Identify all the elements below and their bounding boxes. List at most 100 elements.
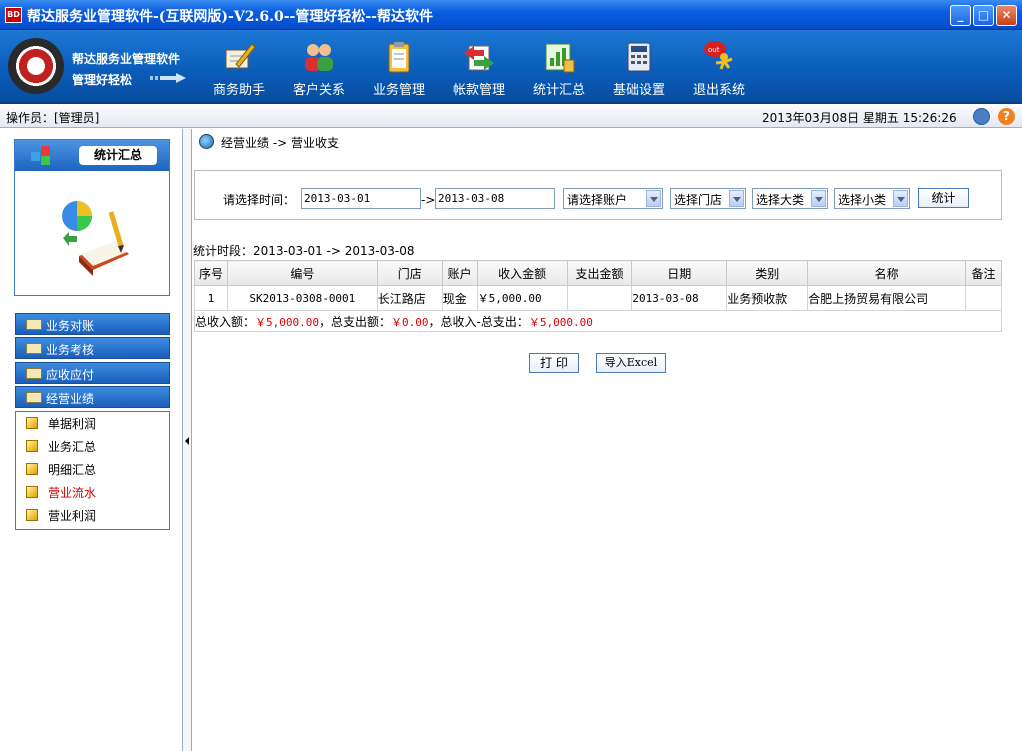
cell-income: ￥5,000.00 [476,285,568,311]
total-income-value: ￥5,000.00 [255,316,319,329]
chevron-down-icon[interactable] [729,190,744,207]
income-expense-table: 序号 编号 门店 账户 收入金额 支出金额 日期 类别 名称 备注 1 SK20… [194,260,1002,311]
sidebar-section-statistics: 统计汇总 [14,139,170,296]
column-header[interactable]: 编号 [226,260,378,286]
arrow-icon [150,73,186,83]
total-expense-label: ，总支出额： [319,315,392,329]
column-header[interactable]: 日期 [631,260,728,286]
logo-slogan: 管理好轻松 [72,73,133,87]
toolbar-customer-relations[interactable]: 客户关系 [279,40,359,100]
minimize-button[interactable]: _ [950,5,971,26]
gear-logo-icon [8,38,64,94]
clipboard-icon [388,42,410,73]
globe-icon [199,134,214,149]
column-header[interactable]: 序号 [194,260,228,286]
column-header[interactable]: 账户 [441,260,478,286]
cube-icon [26,463,38,475]
cell-store: 长江路店 [376,285,443,311]
column-header[interactable]: 备注 [965,260,1002,286]
folder-icon [26,368,42,379]
cell-number: SK2013-0308-0001 [226,285,378,311]
total-expense-value: ￥0.00 [391,316,429,329]
exchange-icon [464,45,494,71]
date-from-input[interactable]: 2013-03-01 [301,188,421,209]
toolbar-exit[interactable]: out 退出系统 [679,40,759,100]
date-to-input[interactable]: 2013-03-08 [435,188,555,209]
cell-remark [965,285,1002,311]
pen-note-icon [225,43,256,69]
folder-icon [26,343,42,354]
svg-text:out: out [708,46,720,54]
panel-splitter[interactable] [183,129,192,751]
column-header[interactable]: 支出金额 [566,260,633,286]
cube-icon [26,417,38,429]
cell-index: 1 [194,285,228,311]
sidebar-section-header: 统计汇总 [15,140,169,171]
time-label: 请选择时间： [223,193,296,207]
collapse-arrow-icon[interactable] [185,437,189,445]
main-toolbar: 帮达服务业管理软件 管理好轻松 商务助手 客户关系 业务管理 帐款管理 统计汇总… [0,30,1022,104]
refresh-icon[interactable] [973,108,990,125]
breadcrumb: 经营业绩 -> 营业收支 [221,136,340,150]
sidebar-section-title: 统计汇总 [79,146,157,165]
toolbar-basic-settings[interactable]: 基础设置 [599,40,679,100]
account-select[interactable]: 请选择账户 [563,188,663,209]
table-row[interactable]: 1 SK2013-0308-0001 长江路店 现金 ￥5,000.00 201… [194,285,1002,311]
app-icon: BD [5,7,22,23]
cell-date: 2013-03-08 [631,285,728,311]
datetime-display: 2013年03月08日 星期五 15:26:26 [762,111,957,125]
toolbar-account-management[interactable]: 帐款管理 [439,40,519,100]
sidebar-subitems: 单据利润 业务汇总 明细汇总 营业流水 营业利润 [15,411,170,530]
column-header[interactable]: 收入金额 [476,260,568,286]
toolbar-statistics[interactable]: 统计汇总 [519,40,599,100]
export-excel-button[interactable]: 导入Excel [596,353,666,373]
sidebar-item-business-reconcile[interactable]: 业务对账 [15,313,170,335]
help-icon[interactable]: ? [998,108,1015,125]
operator-label: 操作员：[管理员] [6,111,100,125]
sidebar-item-business-assessment[interactable]: 业务考核 [15,337,170,359]
main-content: 经营业绩 -> 营业收支 请选择时间： 2013-03-01 -> 2013-0… [193,129,1022,751]
cell-expense [566,285,633,311]
totals-row: 总收入额：￥5,000.00，总支出额：￥0.00，总收入-总支出：￥5,000… [194,310,1002,332]
chevron-down-icon[interactable] [646,190,661,207]
book-chart-illustration-icon [62,201,129,276]
major-category-select[interactable]: 选择大类 [752,188,828,209]
filter-panel: 请选择时间： 2013-03-01 -> 2013-03-08 请选择账户 选择… [194,170,1002,220]
sidebar-item-operating-performance[interactable]: 经营业绩 [15,386,170,408]
chart-icon [545,43,575,73]
exit-runner-icon: out [704,41,733,70]
net-value: ￥5,000.00 [528,316,593,329]
net-label: ，总收入-总支出： [428,315,529,329]
sidebar: 统计汇总 业务对账 业务考核 应收应付 经营业绩 单据利润 业务汇总 明细汇总 … [0,129,183,751]
toolbar-business-assistant[interactable]: 商务助手 [199,40,279,100]
cell-account: 现金 [441,285,478,311]
title-bar: BD 帮达服务业管理软件-(互联网版)-V2.6.0--管理好轻松--帮达软件 … [0,0,1022,30]
toolbar-business-management[interactable]: 业务管理 [359,40,439,100]
statistics-period: 统计时段：2013-03-01 -> 2013-03-08 [193,244,415,258]
cell-name: 合肥上扬贸易有限公司 [807,285,967,311]
close-button[interactable]: ✕ [996,5,1017,26]
calculator-icon [627,42,651,72]
cell-category: 业务预收款 [726,285,809,311]
column-header[interactable]: 名称 [807,260,967,286]
cube-icon [26,486,38,498]
statistics-button[interactable]: 统计 [918,188,969,208]
column-header[interactable]: 类别 [726,260,809,286]
folder-icon [26,392,42,403]
print-button[interactable]: 打 印 [529,353,579,373]
sidebar-item-receivable-payable[interactable]: 应收应付 [15,362,170,384]
cube-icon [26,509,38,521]
chevron-down-icon[interactable] [893,190,908,207]
people-icon [305,44,333,71]
date-range-arrow: -> [421,193,436,207]
minor-category-select[interactable]: 选择小类 [834,188,910,209]
folder-icon [26,319,42,330]
total-income-label: 总收入额： [195,315,256,329]
store-select[interactable]: 选择门店 [670,188,746,209]
column-header[interactable]: 门店 [376,260,443,286]
cube-icon [26,440,38,452]
maximize-button[interactable]: □ [973,5,994,26]
chevron-down-icon[interactable] [811,190,826,207]
window-title: 帮达服务业管理软件-(互联网版)-V2.6.0--管理好轻松--帮达软件 [27,9,433,25]
table-header-row: 序号 编号 门店 账户 收入金额 支出金额 日期 类别 名称 备注 [194,260,1002,286]
